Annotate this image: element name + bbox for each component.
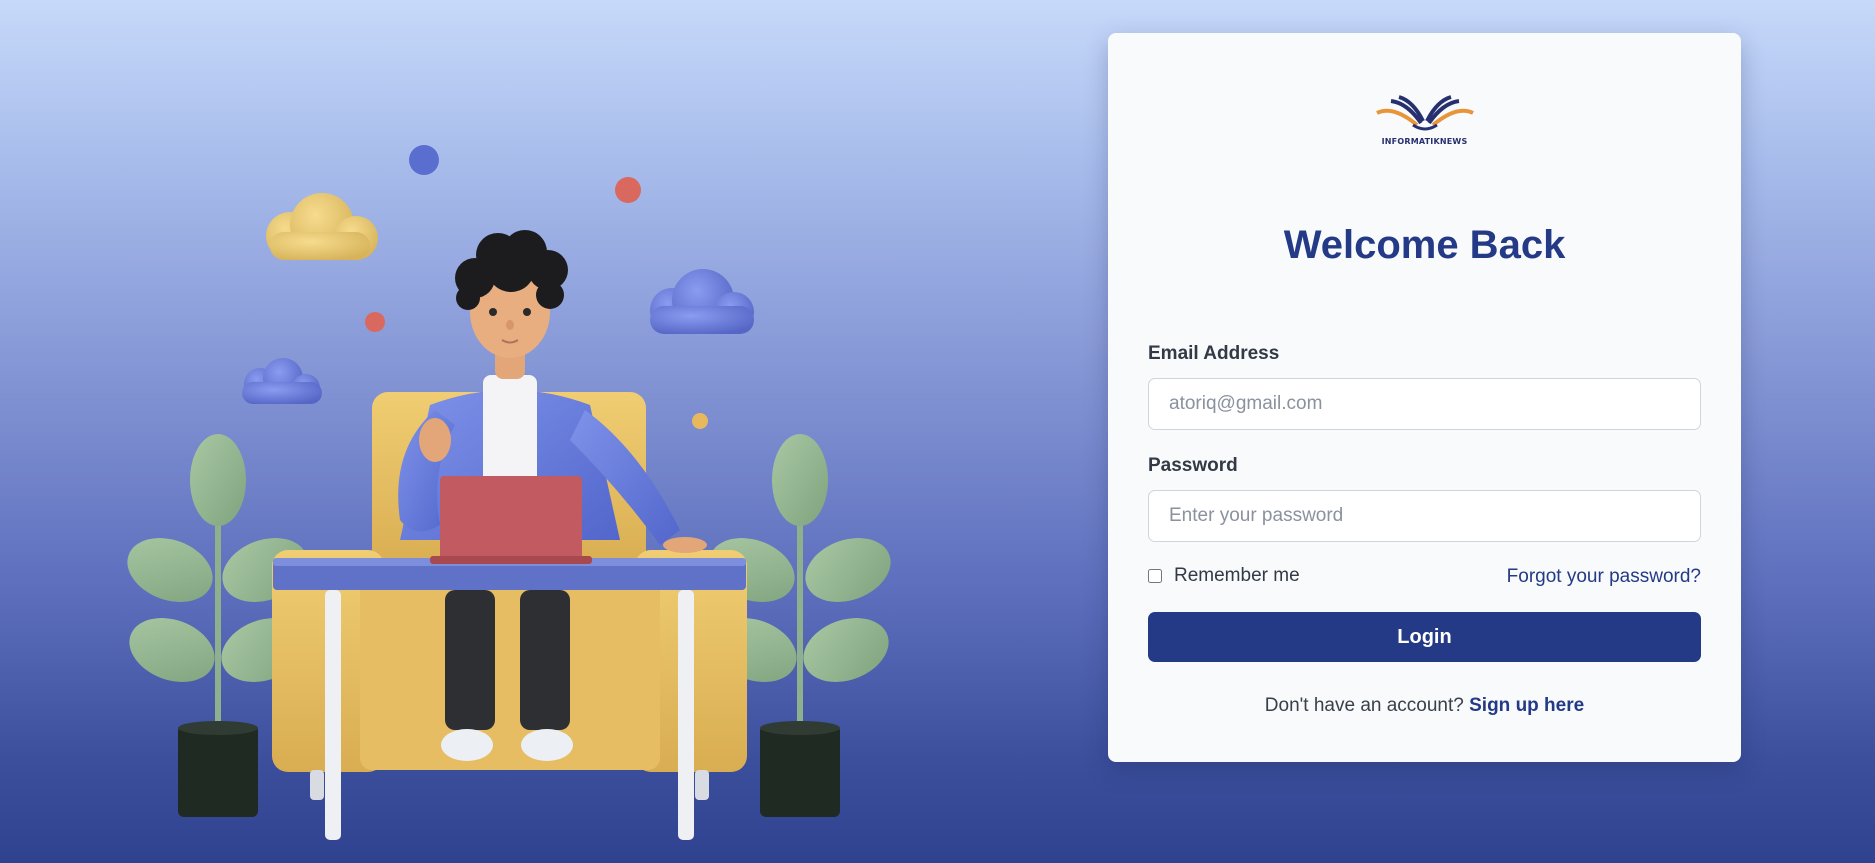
blue-cloud-large <box>650 269 754 334</box>
yellow-sphere <box>692 413 708 429</box>
person-at-desk-illustration <box>127 145 891 840</box>
login-card: INFORMATIKNEWS Welcome Back Email Addres… <box>1108 33 1741 762</box>
signup-link[interactable]: Sign up here <box>1469 695 1584 716</box>
password-input[interactable] <box>1148 490 1701 542</box>
remember-me-checkbox[interactable] <box>1148 569 1162 583</box>
brand-logo-text: INFORMATIKNEWS <box>1381 137 1468 146</box>
email-input[interactable] <box>1148 378 1701 430</box>
brand-logo: INFORMATIKNEWS <box>1373 93 1477 173</box>
yellow-cloud <box>266 193 378 260</box>
remember-me[interactable]: Remember me <box>1148 565 1300 587</box>
blue-cloud-small <box>242 358 322 404</box>
remember-me-label: Remember me <box>1174 565 1300 586</box>
forgot-password-link[interactable]: Forgot your password? <box>1507 566 1701 588</box>
signup-prompt: Don't have an account? <box>1264 695 1470 716</box>
book-logo-icon <box>1375 95 1474 131</box>
red-sphere-small <box>365 312 385 332</box>
blue-sphere <box>409 145 439 175</box>
red-sphere <box>615 177 641 203</box>
email-label: Email Address <box>1148 343 1280 364</box>
page-title: Welcome Back <box>1283 223 1566 267</box>
login-button[interactable]: Login <box>1148 612 1701 662</box>
password-label: Password <box>1148 455 1238 476</box>
signup-prompt-row: Don't have an account? Sign up here <box>1108 695 1741 717</box>
hero-illustration <box>100 120 920 863</box>
